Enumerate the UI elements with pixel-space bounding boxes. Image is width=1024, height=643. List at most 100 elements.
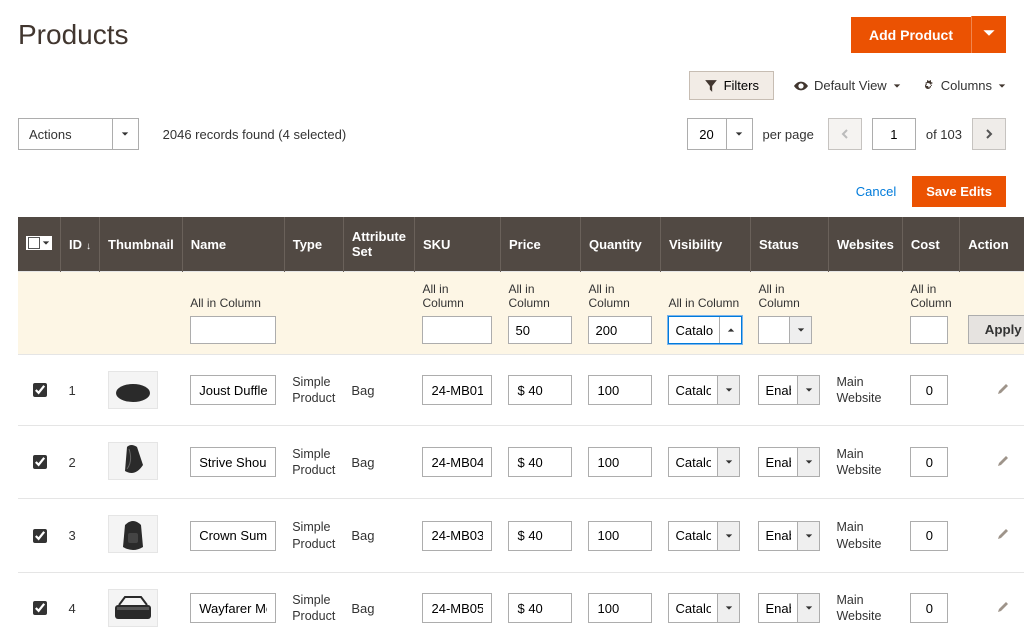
page-number-input[interactable]	[872, 118, 916, 150]
cancel-button[interactable]: Cancel	[856, 184, 896, 199]
visibility-value[interactable]	[669, 522, 717, 550]
edit-row-button[interactable]	[996, 529, 1010, 544]
sku-input[interactable]	[422, 521, 492, 551]
name-input[interactable]	[190, 447, 276, 477]
row-checkbox[interactable]	[33, 601, 47, 615]
page-size-caret[interactable]	[726, 119, 752, 149]
column-header-id[interactable]: ID↓	[61, 217, 100, 272]
filter-input-cost[interactable]	[910, 316, 948, 344]
column-header-action[interactable]: Action	[960, 217, 1024, 272]
prev-page-button[interactable]	[828, 118, 862, 150]
status-value[interactable]	[759, 522, 797, 550]
filters-button[interactable]: Filters	[689, 71, 774, 100]
row-checkbox[interactable]	[33, 455, 47, 469]
actions-caret[interactable]	[112, 119, 138, 149]
add-product-button[interactable]: Add Product	[851, 17, 971, 53]
filter-select-status-value[interactable]	[759, 317, 789, 343]
actions-dropdown[interactable]: Actions	[18, 118, 139, 150]
sku-input[interactable]	[422, 447, 492, 477]
caret-down-icon[interactable]	[789, 317, 811, 343]
status-value[interactable]	[759, 376, 797, 404]
visibility-select[interactable]	[668, 447, 740, 477]
filter-select-visibility[interactable]	[668, 316, 742, 344]
price-input[interactable]	[508, 375, 572, 405]
save-edits-button[interactable]: Save Edits	[912, 176, 1006, 207]
row-checkbox[interactable]	[33, 529, 47, 543]
visibility-value[interactable]	[669, 594, 717, 622]
price-input[interactable]	[508, 593, 572, 623]
caret-down-icon[interactable]	[717, 522, 739, 550]
caret-up-icon[interactable]	[719, 317, 741, 343]
quantity-input[interactable]	[588, 375, 652, 405]
next-page-button[interactable]	[972, 118, 1006, 150]
column-header-quantity[interactable]: Quantity	[580, 217, 660, 272]
name-input[interactable]	[190, 593, 276, 623]
table-row: 4 SimpleProduct Bag MainWebsite	[18, 573, 1024, 643]
default-view-control[interactable]: Default View	[794, 78, 901, 93]
status-select[interactable]	[758, 593, 820, 623]
column-header-thumbnail[interactable]: Thumbnail	[100, 217, 183, 272]
filter-select-status[interactable]	[758, 316, 812, 344]
caret-down-icon[interactable]	[717, 448, 739, 476]
price-input[interactable]	[508, 521, 572, 551]
quantity-input[interactable]	[588, 447, 652, 477]
caret-down-icon[interactable]	[797, 522, 819, 550]
page-size-input[interactable]	[688, 119, 726, 149]
page-size-control[interactable]	[687, 118, 753, 150]
edit-row-button[interactable]	[996, 602, 1010, 617]
apply-filters-button[interactable]: Apply	[968, 315, 1024, 344]
visibility-select[interactable]	[668, 521, 740, 551]
add-product-dropdown[interactable]	[971, 16, 1006, 53]
status-value[interactable]	[759, 448, 797, 476]
row-checkbox[interactable]	[33, 383, 47, 397]
select-all-checkbox[interactable]	[28, 237, 40, 249]
cost-input[interactable]	[910, 447, 948, 477]
caret-down-icon[interactable]	[797, 448, 819, 476]
column-header-status[interactable]: Status	[750, 217, 828, 272]
product-thumbnail[interactable]	[108, 589, 158, 627]
column-header-sku[interactable]: SKU	[414, 217, 500, 272]
filter-input-price[interactable]	[508, 316, 572, 344]
column-header-price[interactable]: Price	[500, 217, 580, 272]
status-select[interactable]	[758, 447, 820, 477]
column-header-checkbox[interactable]	[18, 217, 61, 272]
columns-control[interactable]: Columns	[921, 78, 1006, 93]
cost-input[interactable]	[910, 375, 948, 405]
visibility-value[interactable]	[669, 448, 717, 476]
filter-input-quantity[interactable]	[588, 316, 652, 344]
caret-down-icon[interactable]	[717, 594, 739, 622]
column-header-name[interactable]: Name	[182, 217, 284, 272]
cost-input[interactable]	[910, 521, 948, 551]
column-header-attribute-set[interactable]: Attribute Set	[343, 217, 414, 272]
name-input[interactable]	[190, 375, 276, 405]
cost-input[interactable]	[910, 593, 948, 623]
edit-row-button[interactable]	[996, 384, 1010, 399]
product-thumbnail[interactable]	[108, 515, 158, 553]
product-thumbnail[interactable]	[108, 371, 158, 409]
quantity-input[interactable]	[588, 593, 652, 623]
caret-down-icon[interactable]	[797, 376, 819, 404]
caret-down-icon[interactable]	[797, 594, 819, 622]
visibility-value[interactable]	[669, 376, 717, 404]
status-select[interactable]	[758, 375, 820, 405]
column-header-visibility[interactable]: Visibility	[660, 217, 750, 272]
column-header-cost[interactable]: Cost	[902, 217, 959, 272]
sku-input[interactable]	[422, 593, 492, 623]
status-select[interactable]	[758, 521, 820, 551]
edit-row-button[interactable]	[996, 456, 1010, 471]
visibility-select[interactable]	[668, 375, 740, 405]
caret-down-icon[interactable]	[717, 376, 739, 404]
filter-input-name[interactable]	[190, 316, 276, 344]
column-header-type[interactable]: Type	[284, 217, 343, 272]
filter-select-visibility-value[interactable]	[669, 317, 719, 343]
visibility-select[interactable]	[668, 593, 740, 623]
quantity-input[interactable]	[588, 521, 652, 551]
status-value[interactable]	[759, 594, 797, 622]
table-row: 1 SimpleProduct Bag MainWebsite	[18, 355, 1024, 426]
product-thumbnail[interactable]	[108, 442, 158, 480]
column-header-websites[interactable]: Websites	[828, 217, 902, 272]
filter-input-sku[interactable]	[422, 316, 492, 344]
price-input[interactable]	[508, 447, 572, 477]
name-input[interactable]	[190, 521, 276, 551]
sku-input[interactable]	[422, 375, 492, 405]
